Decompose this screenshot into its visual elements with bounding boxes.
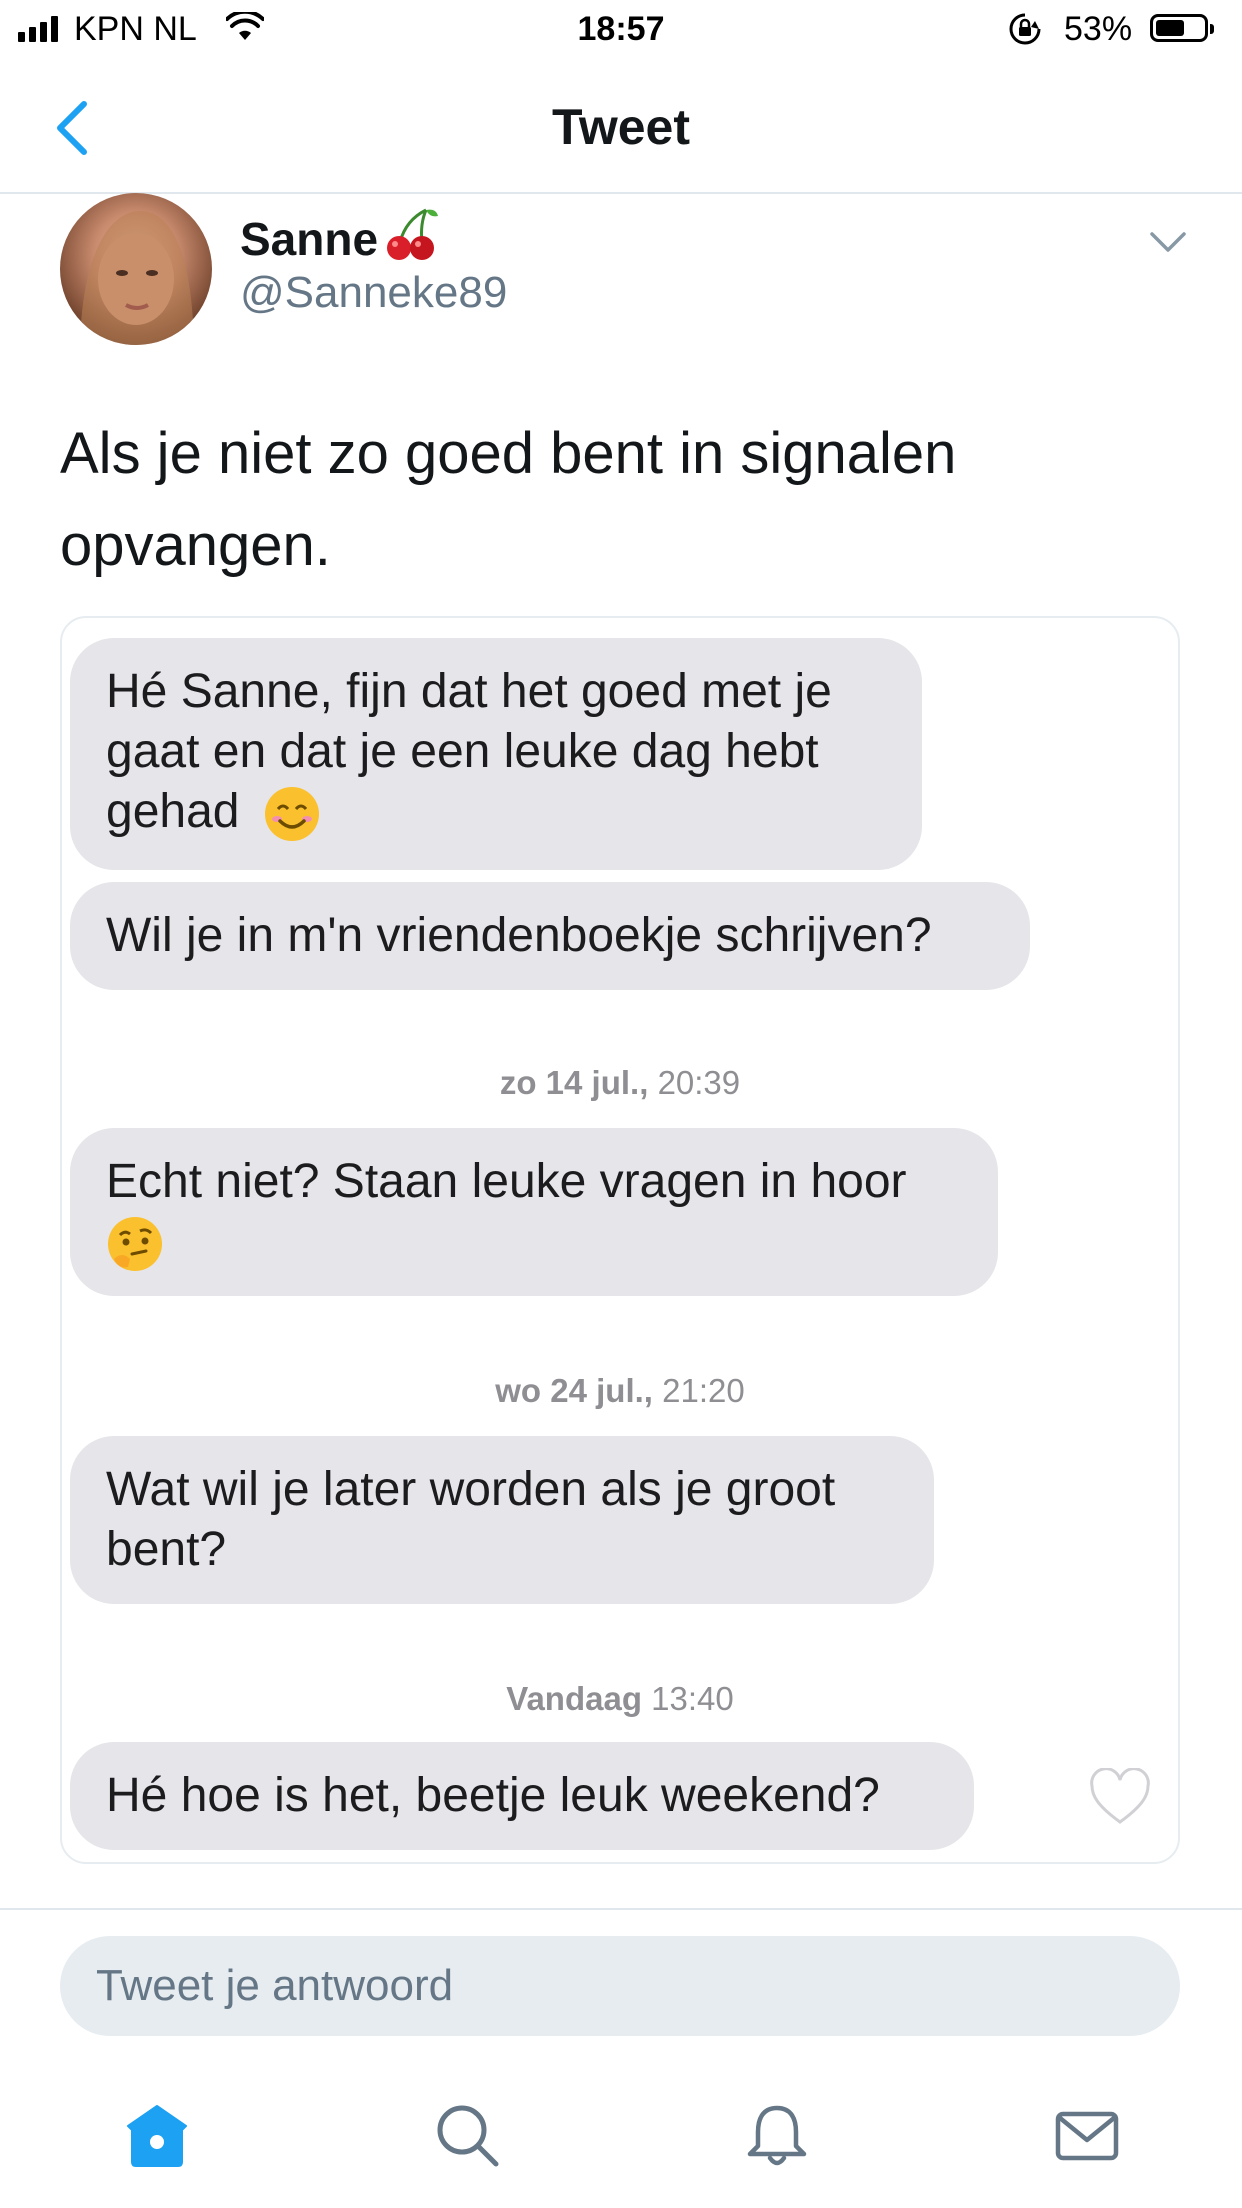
reply-input[interactable]: Tweet je antwoord	[60, 1936, 1180, 2036]
timestamp-time: 20:39	[657, 1064, 741, 1101]
thinking-face-emoji-icon	[108, 1217, 162, 1272]
timestamp-day: wo 24 jul.,	[495, 1372, 653, 1409]
message-text: Wil je in m'n vriendenboekje schrijven?	[106, 909, 932, 962]
chevron-down-icon[interactable]	[1148, 228, 1188, 256]
message-timestamp: zo 14 jul., 20:39	[62, 1064, 1178, 1102]
timestamp-time: 13:40	[651, 1680, 734, 1717]
message-bubble: Echt niet? Staan leuke vragen in hoor	[70, 1128, 998, 1296]
timestamp-day: zo 14 jul.,	[499, 1064, 649, 1101]
rotation-lock-icon	[1009, 13, 1041, 45]
message-bubble: Hé Sanne, fijn dat het goed met je gaat …	[70, 638, 922, 870]
message-timestamp: Vandaag 13:40	[62, 1680, 1178, 1718]
notifications-icon[interactable]	[742, 2100, 812, 2170]
home-icon[interactable]	[122, 2100, 192, 2170]
tweet-text: Als je niet zo goed bent in signalen opv…	[60, 421, 957, 578]
message-bubble: Wil je in m'n vriendenboekje schrijven?	[70, 882, 1030, 990]
navigation-bar: Tweet	[0, 62, 1242, 194]
avatar-portrait-image	[80, 211, 194, 345]
tweet-media-image[interactable]: Hé Sanne, fijn dat het goed met je gaat …	[60, 616, 1180, 1864]
message-text: Wat wil je later worden als je groot ben…	[106, 1463, 836, 1576]
message-bubble: Hé hoe is het, beetje leuk weekend?	[70, 1742, 974, 1850]
message-text: Hé hoe is het, beetje leuk weekend?	[106, 1769, 880, 1822]
battery-percentage: 53%	[1064, 10, 1133, 48]
message-bubble: Wat wil je later worden als je groot ben…	[70, 1436, 934, 1604]
message-text: Echt niet? Staan leuke vragen in hoor	[106, 1155, 907, 1208]
cherries-emoji-icon	[387, 208, 438, 260]
page-title: Tweet	[552, 99, 690, 155]
status-time: 18:57	[577, 10, 665, 48]
search-icon[interactable]	[432, 2100, 502, 2170]
avatar[interactable]	[60, 193, 212, 345]
heart-icon	[1090, 1768, 1150, 1824]
messages-icon[interactable]	[1052, 2100, 1122, 2170]
smiling-face-emoji-icon	[264, 787, 319, 842]
battery-icon	[1150, 14, 1214, 42]
status-bar: KPN NL 18:57 53%	[0, 0, 1242, 62]
timestamp-day: Vandaag	[506, 1680, 642, 1717]
display-name[interactable]: Sanne	[240, 212, 378, 266]
message-text: Hé Sanne, fijn dat het goed met je gaat …	[106, 665, 832, 838]
user-handle[interactable]: @Sanneke89	[240, 268, 507, 318]
message-timestamp: wo 24 jul., 21:20	[62, 1372, 1178, 1410]
divider	[0, 1908, 1242, 1910]
timestamp-time: 21:20	[662, 1372, 745, 1409]
